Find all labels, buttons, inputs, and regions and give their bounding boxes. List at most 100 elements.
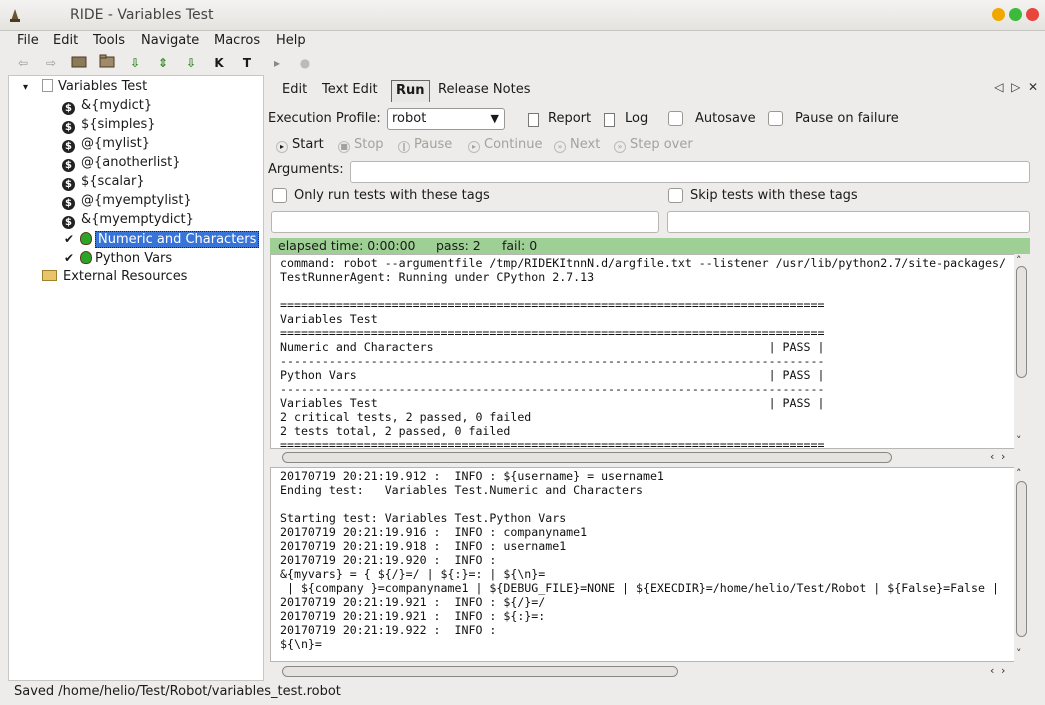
console-output-text: command: robot --argumentfile /tmp/RIDEK… <box>280 256 1006 449</box>
tree-variable-label: &{myemptydict} <box>81 212 194 227</box>
scroll-thumb[interactable] <box>282 452 892 463</box>
scroll-thumb[interactable] <box>1016 481 1027 637</box>
continue-button[interactable]: ▸ Continue <box>468 137 542 153</box>
back-icon[interactable]: ⇦ <box>14 54 32 72</box>
log-vertical-scrollbar[interactable]: ˄ ˅ <box>1014 467 1029 663</box>
only-run-tags-checkbox[interactable] <box>272 188 287 203</box>
include-tags-input[interactable] <box>271 211 659 233</box>
menu-macros[interactable]: Macros <box>214 33 260 48</box>
scroll-thumb[interactable] <box>282 666 678 677</box>
menu-edit[interactable]: Edit <box>53 33 78 48</box>
autosave-checkbox[interactable] <box>668 111 683 126</box>
console-horizontal-scrollbar[interactable]: ‹ › <box>270 450 1015 465</box>
report-link[interactable]: Report <box>548 111 591 126</box>
scroll-right-icon[interactable]: › <box>1001 450 1005 463</box>
tree-variable[interactable]: $ @{anotherlist} <box>62 154 180 172</box>
scroll-left-icon[interactable]: ‹ <box>990 664 994 677</box>
execution-profile-select[interactable]: robot ▼ <box>387 108 505 130</box>
tree-variable-label: @{myemptylist} <box>81 193 192 208</box>
stop-label: Stop <box>354 137 384 152</box>
tab-run[interactable]: Run <box>391 80 430 102</box>
maximize-button[interactable] <box>1009 8 1022 21</box>
checkmark-icon[interactable]: ✔ <box>64 230 76 248</box>
import-variables-icon[interactable]: ⇩ <box>182 54 200 72</box>
tree-variable-label: @{anotherlist} <box>81 155 181 170</box>
step-over-label: Step over <box>630 137 693 152</box>
editor-tabs: Edit Text Edit Run Release Notes ◁ ▷ ✕ <box>268 78 1038 102</box>
run-icon[interactable]: ▸ <box>268 54 286 72</box>
tree-variable[interactable]: $ ${simples} <box>62 116 156 134</box>
tree-external-resources[interactable]: External Resources <box>42 268 187 286</box>
minimize-button[interactable] <box>992 8 1005 21</box>
variable-icon: $ <box>62 121 75 134</box>
tree-test-label: Numeric and Characters <box>95 231 260 248</box>
import-library-icon[interactable]: ⇩ <box>126 54 144 72</box>
start-button[interactable]: ▸ Start <box>276 137 324 153</box>
tree-variable[interactable]: $ @{myemptylist} <box>62 192 192 210</box>
tab-right-icon[interactable]: ▷ <box>1011 80 1020 94</box>
stop-button[interactable]: ■ Stop <box>338 137 384 153</box>
menu-navigate[interactable]: Navigate <box>141 33 199 48</box>
test-search-icon[interactable]: T <box>238 54 256 72</box>
scroll-down-icon[interactable]: ˅ <box>1016 434 1022 447</box>
tab-close-icon[interactable]: ✕ <box>1028 80 1038 94</box>
message-log[interactable]: 20170719 20:21:19.912 : INFO : ${usernam… <box>270 467 1015 662</box>
folder-icon[interactable] <box>98 54 116 72</box>
log-horizontal-scrollbar[interactable]: ‹ › <box>270 664 1015 679</box>
tree-variable[interactable]: $ @{mylist} <box>62 135 150 153</box>
tab-left-icon[interactable]: ◁ <box>994 80 1003 94</box>
pause-on-failure-checkbox[interactable] <box>768 111 783 126</box>
robot-test-icon <box>80 232 92 245</box>
variable-icon: $ <box>62 216 75 229</box>
skip-tags-checkbox[interactable] <box>668 188 683 203</box>
log-link[interactable]: Log <box>625 111 648 126</box>
report-icon <box>528 113 539 127</box>
scroll-down-icon[interactable]: ˅ <box>1016 647 1022 660</box>
tree-variable-label: ${scalar} <box>81 174 145 189</box>
scroll-right-icon[interactable]: › <box>1001 664 1005 677</box>
window-title: RIDE - Variables Test <box>70 7 214 23</box>
message-log-text: 20170719 20:21:19.912 : INFO : ${usernam… <box>280 469 999 651</box>
expand-arrow-icon[interactable]: ▾ <box>23 82 28 93</box>
arguments-input[interactable] <box>350 161 1030 183</box>
file-icon <box>42 79 54 92</box>
continue-label: Continue <box>484 137 543 152</box>
forward-icon[interactable]: ⇨ <box>42 54 60 72</box>
arguments-label: Arguments: <box>268 162 344 177</box>
tab-edit[interactable]: Edit <box>278 80 311 102</box>
exclude-tags-input[interactable] <box>667 211 1030 233</box>
open-folder-icon[interactable] <box>70 54 88 72</box>
tree-variable[interactable]: $ ${scalar} <box>62 173 145 191</box>
scroll-thumb[interactable] <box>1016 266 1027 378</box>
tab-text-edit[interactable]: Text Edit <box>318 80 382 102</box>
status-bar: Saved /home/helio/Test/Robot/variables_t… <box>14 684 341 699</box>
tree-root[interactable]: ▾ Variables Test <box>23 78 147 96</box>
log-icon <box>604 113 615 127</box>
checkmark-icon[interactable]: ✔ <box>64 249 76 267</box>
menu-tools[interactable]: Tools <box>93 33 125 48</box>
tree-variable[interactable]: $ &{mydict} <box>62 97 152 115</box>
console-output[interactable]: command: robot --argumentfile /tmp/RIDEK… <box>270 254 1015 449</box>
menu-help[interactable]: Help <box>276 33 306 48</box>
scroll-up-icon[interactable]: ˄ <box>1016 467 1022 480</box>
robot-test-icon <box>80 251 92 264</box>
tree-variable[interactable]: $ &{myemptydict} <box>62 211 194 229</box>
step-over-button[interactable]: » Step over <box>614 137 693 153</box>
stop-icon[interactable]: ● <box>296 54 314 72</box>
tab-release-notes[interactable]: Release Notes <box>434 80 534 102</box>
run-status-bar: elapsed time: 0:00:00 pass: 2 fail: 0 <box>270 238 1030 254</box>
tree-test-case[interactable]: ✔ Numeric and Characters <box>64 230 260 248</box>
execution-profile-label: Execution Profile: <box>268 111 381 126</box>
keyword-search-icon[interactable]: K <box>210 54 228 72</box>
tree-test-case[interactable]: ✔ Python Vars <box>64 249 172 267</box>
continue-icon: ▸ <box>468 141 480 153</box>
next-button[interactable]: » Next <box>554 137 600 153</box>
scroll-left-icon[interactable]: ‹ <box>990 450 994 463</box>
console-vertical-scrollbar[interactable]: ˄ ˅ <box>1014 254 1029 450</box>
import-resource-icon[interactable]: ⇕ <box>154 54 172 72</box>
close-button[interactable] <box>1026 8 1039 21</box>
pause-button[interactable]: ‖ Pause <box>398 137 452 153</box>
variable-icon: $ <box>62 178 75 191</box>
menu-file[interactable]: File <box>17 33 39 48</box>
variable-icon: $ <box>62 159 75 172</box>
